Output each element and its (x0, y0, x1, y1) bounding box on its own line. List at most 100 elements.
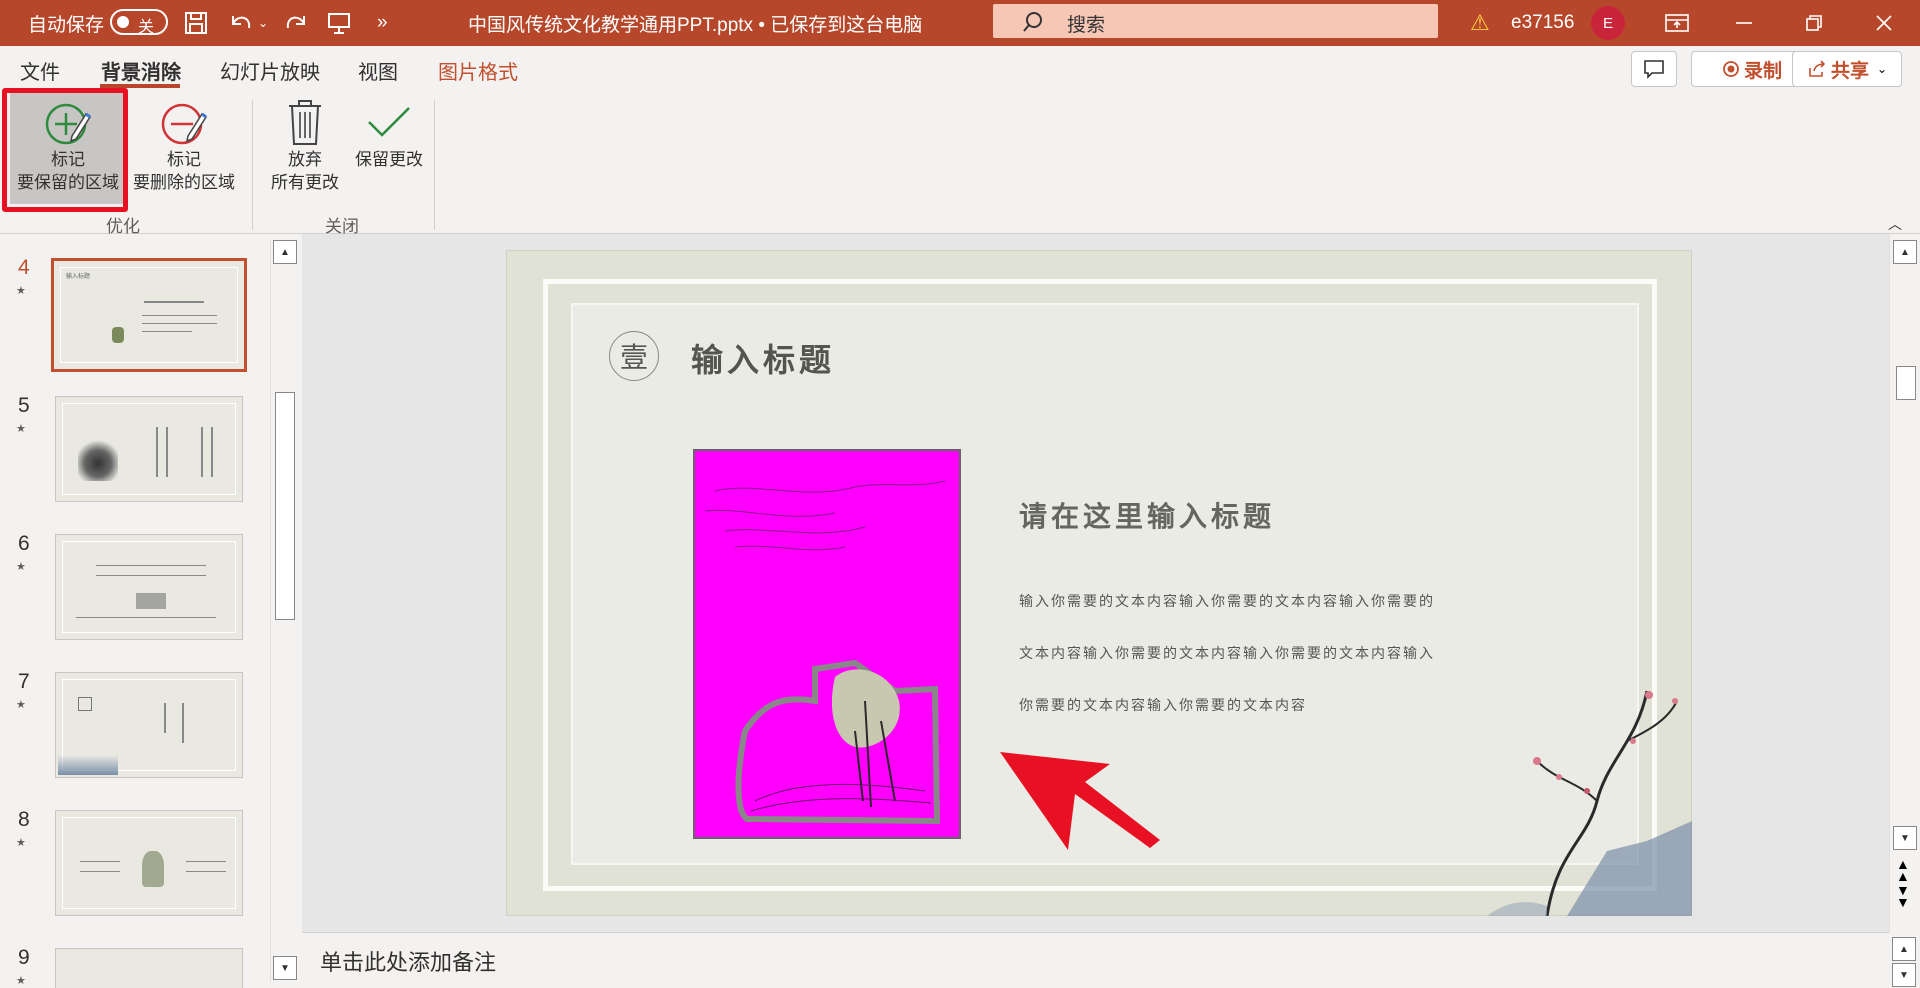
share-label: 共享 (1830, 60, 1869, 82)
avatar[interactable]: E (1591, 6, 1625, 40)
tab-background-removal[interactable]: 背景消除 (101, 56, 181, 85)
title-bar: 自动保存 关 ⌄ » 中国风传统文化教学通用PPT.pptx • 已保存到这台电… (0, 0, 1920, 46)
body-text-line[interactable]: 文本内容输入你需要的文本内容输入你需要的文本内容输入 (1019, 643, 1435, 663)
tab-view[interactable]: 视图 (358, 56, 398, 85)
thumb-text-line (201, 427, 203, 477)
thumb-text-line (156, 427, 158, 477)
present-icon[interactable] (326, 0, 352, 46)
scroll-down-arrow-icon[interactable]: ▼ (273, 956, 297, 980)
autosave-state: 关 (138, 19, 155, 36)
thumb-boat-image (136, 593, 166, 609)
slide-thumbnail-7[interactable] (55, 672, 243, 778)
mark-remove-line1: 标记 (167, 150, 201, 169)
undo-dropdown-icon[interactable]: ⌄ (258, 0, 268, 46)
editor-scroll-thumb[interactable] (1896, 366, 1916, 400)
slide-thumbnail-9[interactable] (55, 948, 243, 988)
ribbon: 标记 要保留的区域 标记 要删除的区域 优化 放弃 所有更改 保留更改 关闭 ︿ (0, 92, 1920, 236)
thumb-text-line (166, 427, 168, 477)
redo-icon[interactable] (282, 0, 310, 46)
slide-thumbnail-5[interactable] (55, 396, 243, 502)
ribbon-display-icon[interactable] (1664, 0, 1690, 46)
discard-line2: 所有更改 (271, 173, 339, 192)
search-icon (1023, 12, 1042, 32)
slide-thumbnail-6[interactable] (55, 534, 243, 640)
plum-blossom-decoration (1487, 690, 1692, 916)
slide-title[interactable]: 输入标题 (691, 335, 835, 381)
thumb-landscape (58, 755, 118, 775)
thumb-text-line (186, 861, 226, 862)
ink-painting-image (704, 480, 946, 825)
slide-thumbnail-4[interactable]: 输入标题 (51, 258, 247, 372)
thumbnail-scrollbar[interactable]: ▲ ▼ (270, 240, 298, 981)
notes-placeholder: 单击此处添加备注 (320, 950, 497, 975)
tab-picture-format[interactable]: 图片格式 (438, 56, 518, 85)
thumb-tree-icon (112, 327, 124, 343)
content-subtitle[interactable]: 请在这里输入标题 (1019, 495, 1275, 535)
thumb-text-line (186, 871, 226, 872)
thumb-text-line (142, 331, 192, 332)
thumb-text-line (182, 703, 184, 743)
thumb-text-line (142, 315, 217, 316)
tab-file[interactable]: 文件 (20, 56, 60, 85)
document-title[interactable]: 中国风传统文化教学通用PPT.pptx • 已保存到这台电脑 (468, 0, 922, 46)
username[interactable]: e37156 (1511, 0, 1574, 46)
autosave-label: 自动保存 (28, 14, 105, 36)
ribbon-separator (252, 100, 253, 230)
record-icon (1723, 61, 1739, 77)
discard-line1: 放弃 (288, 150, 322, 169)
thumb-text-line (144, 301, 204, 303)
slide-thumbnail-8[interactable] (55, 810, 243, 916)
animation-star-icon: ★ (16, 561, 26, 573)
share-icon (1809, 60, 1826, 77)
autosave-toggle[interactable]: 关 (110, 9, 168, 36)
mark-remove-icon (161, 103, 208, 145)
search-input[interactable]: 搜索 (993, 4, 1438, 38)
thumb-seal (78, 697, 92, 711)
next-slide-icon[interactable]: ▼ ▼ (1896, 883, 1910, 909)
scroll-down-arrow-icon[interactable]: ▼ (1893, 826, 1917, 850)
red-arrow-annotation (1000, 752, 1160, 850)
body-text-line[interactable]: 你需要的文本内容输入你需要的文本内容 (1019, 695, 1307, 715)
comment-icon (1644, 60, 1664, 79)
picture-background-removal[interactable] (693, 449, 961, 839)
more-commands-icon[interactable]: » (377, 0, 388, 46)
notes-scroll-down-icon[interactable]: ▼ (1892, 963, 1916, 987)
thumb-text-line (96, 575, 206, 576)
scroll-up-arrow-icon[interactable]: ▲ (273, 240, 297, 264)
thumb-text-line (80, 871, 120, 872)
collapse-ribbon-icon[interactable]: ︿ (1888, 214, 1902, 234)
mark-remove-line2: 要删除的区域 (133, 173, 235, 192)
scroll-up-arrow-icon[interactable]: ▲ (1893, 240, 1917, 264)
checkmark-icon (368, 107, 410, 137)
notes-pane[interactable]: 单击此处添加备注 ▲ ▼ (302, 932, 1916, 987)
comments-button[interactable] (1631, 51, 1677, 87)
tab-slideshow[interactable]: 幻灯片放映 (220, 56, 320, 85)
warning-icon[interactable]: ⚠ (1470, 0, 1490, 46)
restore-icon[interactable] (1804, 0, 1824, 46)
thumb-number: 6 (18, 532, 30, 555)
keep-changes-label: 保留更改 (355, 150, 423, 169)
thumb-frame (62, 541, 236, 633)
thumb-text-line (96, 565, 206, 566)
mark-areas-to-remove-button[interactable]: 标记 要删除的区域 (128, 92, 240, 204)
thumbnail-scroll-thumb[interactable] (275, 392, 295, 620)
body-text-line[interactable]: 输入你需要的文本内容输入你需要的文本内容输入你需要的 (1019, 591, 1435, 611)
editor-scrollbar[interactable]: ▲ ▼ ▲ ▲ ▼ ▼ (1889, 234, 1920, 932)
highlight-annotation-box (2, 88, 128, 212)
previous-slide-icon[interactable]: ▲ ▲ (1896, 857, 1910, 883)
keep-changes-button[interactable]: 保留更改 (346, 92, 432, 204)
save-icon[interactable] (183, 0, 209, 46)
thumb-number: 9 (18, 946, 30, 969)
record-label: 录制 (1743, 60, 1782, 82)
thumb-text-line (80, 861, 120, 862)
undo-icon[interactable] (227, 0, 255, 46)
discard-all-changes-button[interactable]: 放弃 所有更改 (262, 92, 348, 204)
share-button[interactable]: 共享 ⌄ (1792, 51, 1902, 87)
title-dropdown-icon[interactable]: ⌄ (912, 0, 924, 46)
share-dropdown-icon[interactable]: ⌄ (1877, 62, 1887, 76)
thumb-title: 输入标题 (66, 274, 91, 280)
thumb-number: 4 (18, 256, 30, 279)
close-icon[interactable] (1874, 0, 1894, 46)
minimize-icon[interactable] (1734, 0, 1754, 46)
notes-scroll-up-icon[interactable]: ▲ (1892, 937, 1916, 961)
